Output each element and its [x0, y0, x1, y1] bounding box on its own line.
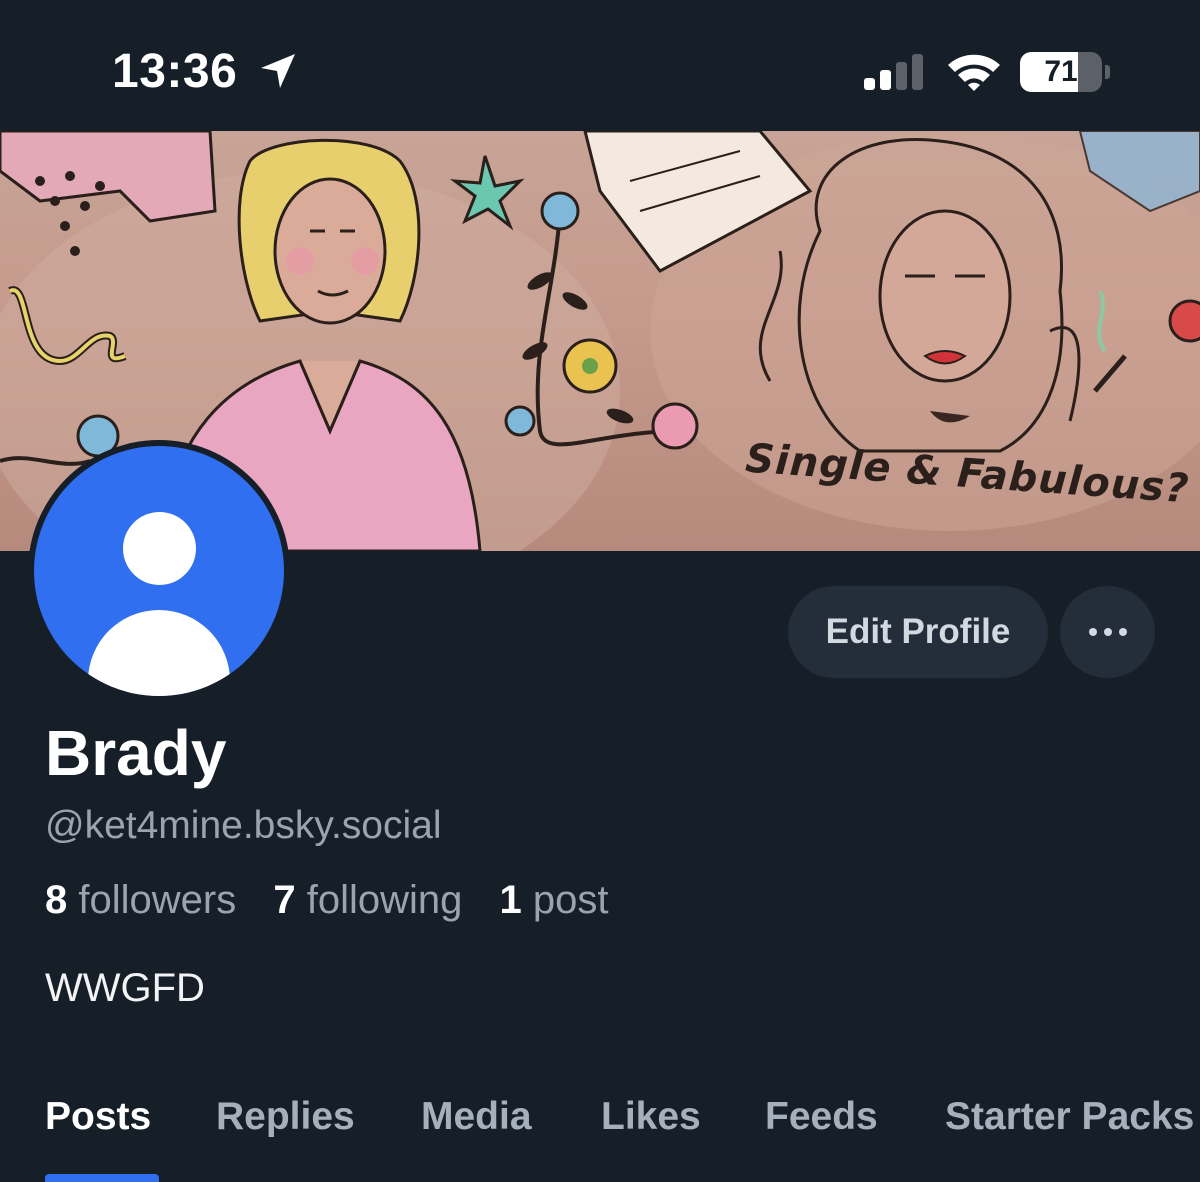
posts-stat: 1 post	[500, 878, 609, 922]
profile-stats: 8 followers 7 following 1 post	[45, 878, 634, 923]
followers-stat[interactable]: 8 followers	[45, 878, 236, 922]
avatar[interactable]	[28, 440, 290, 702]
battery-icon: 71	[1020, 52, 1110, 92]
more-options-button[interactable]	[1060, 586, 1155, 678]
ellipsis-icon	[1088, 628, 1127, 636]
cellular-signal-icon	[864, 54, 923, 90]
posts-count: 1	[499, 878, 522, 922]
profile-handle: @ket4mine.bsky.social	[45, 804, 442, 847]
battery-cap	[1105, 65, 1110, 79]
wifi-icon	[948, 54, 1000, 91]
active-tab-indicator	[45, 1174, 159, 1182]
tab-replies[interactable]: Replies	[216, 1095, 355, 1139]
following-label: following	[306, 878, 463, 922]
following-stat[interactable]: 7 following	[273, 878, 462, 922]
profile-tabs: Posts Replies Media Likes Feeds Starter …	[0, 1090, 1200, 1182]
posts-label: post	[532, 878, 609, 922]
battery-body: 71	[1020, 52, 1102, 92]
profile-bio: WWGFD	[45, 966, 205, 1010]
default-avatar-icon	[34, 446, 284, 696]
followers-count: 8	[45, 878, 68, 922]
tab-likes[interactable]: Likes	[601, 1095, 701, 1139]
edit-profile-button[interactable]: Edit Profile	[788, 586, 1048, 678]
status-time: 13:36	[112, 45, 238, 98]
status-bar: 13:36 71	[0, 0, 1200, 131]
battery-level: 71	[1044, 55, 1078, 88]
tab-feeds[interactable]: Feeds	[765, 1095, 878, 1139]
avatar-head-shape	[123, 512, 196, 585]
location-arrow-icon	[261, 54, 295, 88]
tab-media[interactable]: Media	[421, 1095, 532, 1139]
followers-label: followers	[78, 878, 237, 922]
following-count: 7	[273, 878, 296, 922]
avatar-body-shape	[88, 610, 230, 696]
tab-posts[interactable]: Posts	[45, 1095, 151, 1139]
display-name: Brady	[45, 717, 227, 789]
tab-starter-packs[interactable]: Starter Packs	[945, 1095, 1194, 1139]
